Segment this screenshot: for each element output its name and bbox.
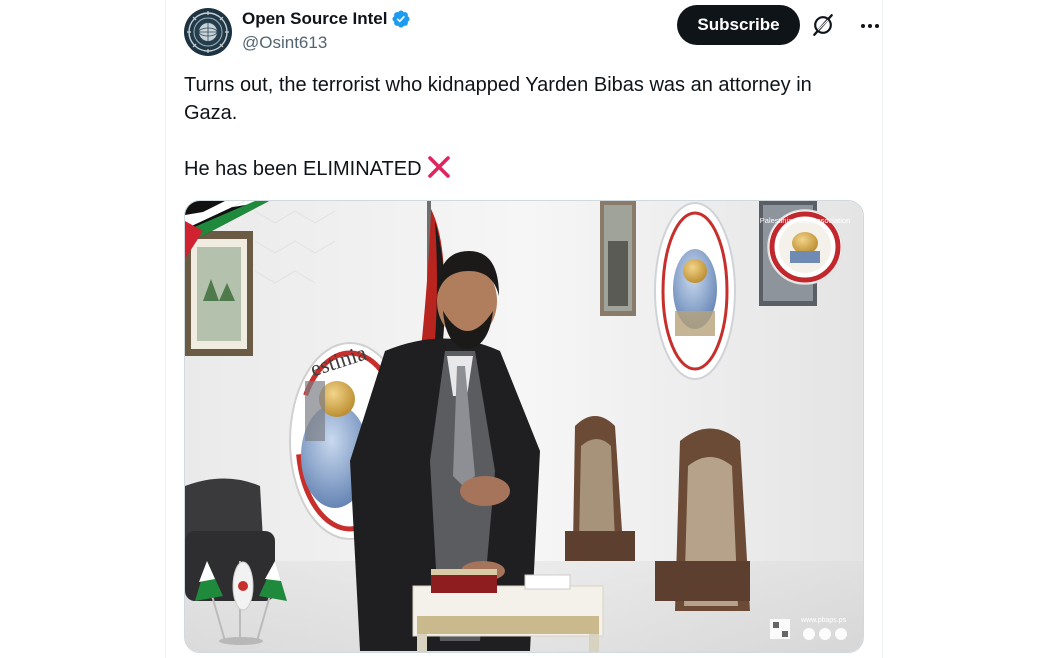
verified-badge-icon	[392, 10, 411, 28]
tweet-text-line2-container: He has been ELIMINATED	[184, 155, 864, 183]
tweet-text-line1: Turns out, the terrorist who kidnapped Y…	[184, 74, 812, 124]
watermark-url: www.pbaps.ps	[800, 617, 847, 624]
globe-emblem-avatar-icon	[187, 11, 229, 53]
facebook-icon	[803, 628, 815, 640]
author-handle[interactable]: @Osint613	[242, 33, 411, 53]
youtube-icon	[819, 628, 831, 640]
tweet-text-line2: He has been ELIMINATED	[184, 158, 422, 180]
more-dots-icon[interactable]	[858, 14, 882, 38]
bar-association-logo-text: Palestinian Bar Association	[760, 216, 850, 225]
cross-mark-icon	[427, 156, 450, 178]
display-name[interactable]: Open Source Intel	[242, 9, 387, 29]
timeline-border-right	[882, 0, 883, 658]
grok-icon[interactable]	[810, 12, 836, 38]
author-names: Open Source Intel @Osint613	[242, 8, 411, 53]
tweet-text: Turns out, the terrorist who kidnapped Y…	[184, 71, 864, 183]
tweet-header: Open Source Intel @Osint613 Subscribe	[184, 4, 879, 56]
display-name-row: Open Source Intel	[242, 8, 411, 30]
courtroom-photo: Palestinian Bar Association estinia www.…	[185, 201, 863, 652]
subscribe-button[interactable]: Subscribe	[677, 5, 800, 45]
avatar[interactable]	[184, 8, 232, 56]
tweet-media-photo[interactable]: Palestinian Bar Association estinia www.…	[184, 200, 864, 653]
tweet[interactable]: Open Source Intel @Osint613 Subscribe Tu…	[166, 0, 882, 658]
email-icon	[835, 628, 847, 640]
